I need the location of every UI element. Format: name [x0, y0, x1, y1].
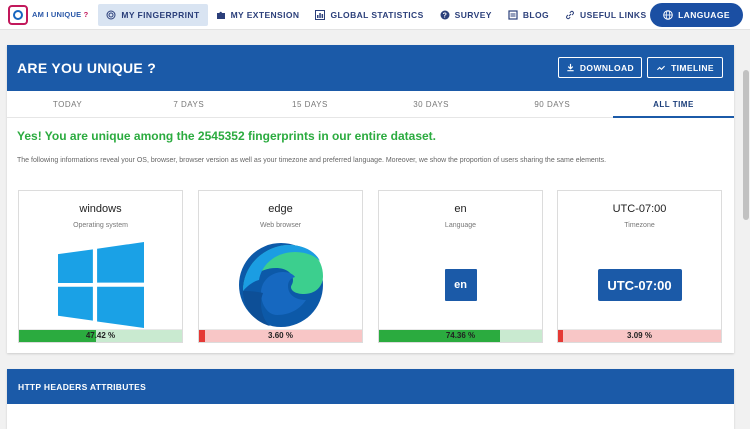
image-area [19, 241, 182, 329]
nav-label: SURVEY [454, 9, 492, 20]
tab-all-time[interactable]: ALL TIME [612, 91, 735, 118]
timeline-label: TIMELINE [671, 62, 714, 73]
blog-icon [508, 9, 518, 20]
nav-label: MY EXTENSION [230, 9, 300, 20]
tab-90-days[interactable]: 90 DAYS [492, 91, 613, 117]
fingerprint-logo-icon [8, 4, 28, 25]
scrollbar-thumb[interactable] [743, 70, 749, 220]
scrollbar[interactable] [742, 30, 750, 421]
logo-text: AM I UNIQUE ? [32, 10, 89, 19]
image-area [199, 241, 362, 329]
download-label: DOWNLOAD [579, 62, 635, 73]
attribute-label: Language [444, 222, 477, 229]
nav-my-fingerprint[interactable]: MY FINGERPRINT [98, 3, 208, 26]
attribute-label: Operating system [73, 222, 128, 229]
are-you-unique-card: ARE YOU UNIQUE ? DOWNLOAD TIMELINE TODAY… [7, 45, 735, 353]
nav-useful-links[interactable]: USEFUL LINKS [557, 4, 655, 26]
nav-global-statistics[interactable]: GLOBAL STATISTICS [307, 4, 431, 26]
logo[interactable]: AM I UNIQUE ? [8, 4, 89, 25]
svg-text:?: ? [442, 12, 447, 19]
image-area: UTC-07:00 [558, 241, 721, 329]
attribute-value: windows [79, 203, 122, 215]
tab-today[interactable]: TODAY [7, 91, 128, 117]
attribute-value: UTC-07:00 [612, 203, 667, 215]
attribute-label: Timezone [624, 222, 655, 229]
timezone-badge: UTC-07:00 [597, 269, 682, 301]
nav-label: USEFUL LINKS [580, 9, 647, 20]
nav-label: BLOG [522, 9, 550, 20]
time-range-tabs: TODAY 7 DAYS 15 DAYS 30 DAYS 90 DAYS ALL… [7, 91, 735, 118]
tab-30-days[interactable]: 30 DAYS [371, 91, 492, 117]
link-icon [566, 10, 574, 19]
share-progress-bar: 74.36 % [379, 329, 542, 342]
nav-survey[interactable]: ? SURVEY [432, 4, 500, 26]
globe-icon [663, 10, 673, 20]
attribute-value: en [454, 203, 467, 215]
tab-7-days[interactable]: 7 DAYS [128, 91, 249, 117]
share-percent: 3.09 % [627, 331, 652, 340]
card-header: ARE YOU UNIQUE ? DOWNLOAD TIMELINE [7, 45, 734, 91]
http-headers-card: HTTP HEADERS ATTRIBUTES [7, 369, 734, 429]
tab-15-days[interactable]: 15 DAYS [249, 91, 370, 117]
windows-logo-icon [57, 242, 144, 328]
http-headers-title: HTTP HEADERS ATTRIBUTES [7, 369, 734, 404]
nav-label: MY FINGERPRINT [121, 9, 200, 20]
attribute-label: Web browser [259, 222, 302, 229]
nav-blog[interactable]: BLOG [500, 4, 557, 26]
share-percent: 47.42 % [85, 331, 116, 340]
download-icon [567, 63, 574, 72]
edge-logo-icon [238, 243, 323, 327]
puzzle-icon [216, 11, 225, 19]
timeline-button[interactable]: TIMELINE [647, 57, 723, 78]
attribute-card-language: en Language en 74.36 % [378, 190, 543, 343]
page-title: ARE YOU UNIQUE ? [17, 60, 157, 76]
download-button[interactable]: DOWNLOAD [558, 57, 642, 78]
chart-icon [315, 9, 326, 20]
unique-message: Yes! You are unique among the 2545352 fi… [17, 129, 437, 143]
share-percent: 74.36 % [445, 331, 476, 340]
image-area: en [379, 241, 542, 329]
attribute-card-browser: edge Web browser 3.60 % [198, 190, 363, 343]
attribute-card-os: windows Operating system 47.42 % [18, 190, 183, 343]
nav-label: GLOBAL STATISTICS [330, 9, 424, 20]
nav-my-extension[interactable]: MY EXTENSION [208, 4, 308, 26]
language-label: LANGUAGE [678, 10, 730, 20]
attribute-card-timezone: UTC-07:00 Timezone UTC-07:00 3.09 % [557, 190, 722, 343]
trending-icon [657, 65, 666, 71]
top-navbar: AM I UNIQUE ? MY FINGERPRINT MY EXTENSIO… [0, 0, 750, 30]
share-progress-bar: 3.09 % [558, 329, 721, 342]
share-percent: 3.60 % [268, 331, 293, 340]
language-button[interactable]: LANGUAGE [650, 3, 743, 27]
description-text: The following informations reveal your O… [17, 157, 607, 164]
attribute-value: edge [268, 203, 293, 215]
language-badge: en [444, 269, 477, 301]
share-progress-bar: 47.42 % [19, 329, 182, 342]
share-progress-bar: 3.60 % [199, 329, 362, 342]
help-icon: ? [440, 10, 450, 19]
fingerprint-icon [106, 10, 116, 19]
